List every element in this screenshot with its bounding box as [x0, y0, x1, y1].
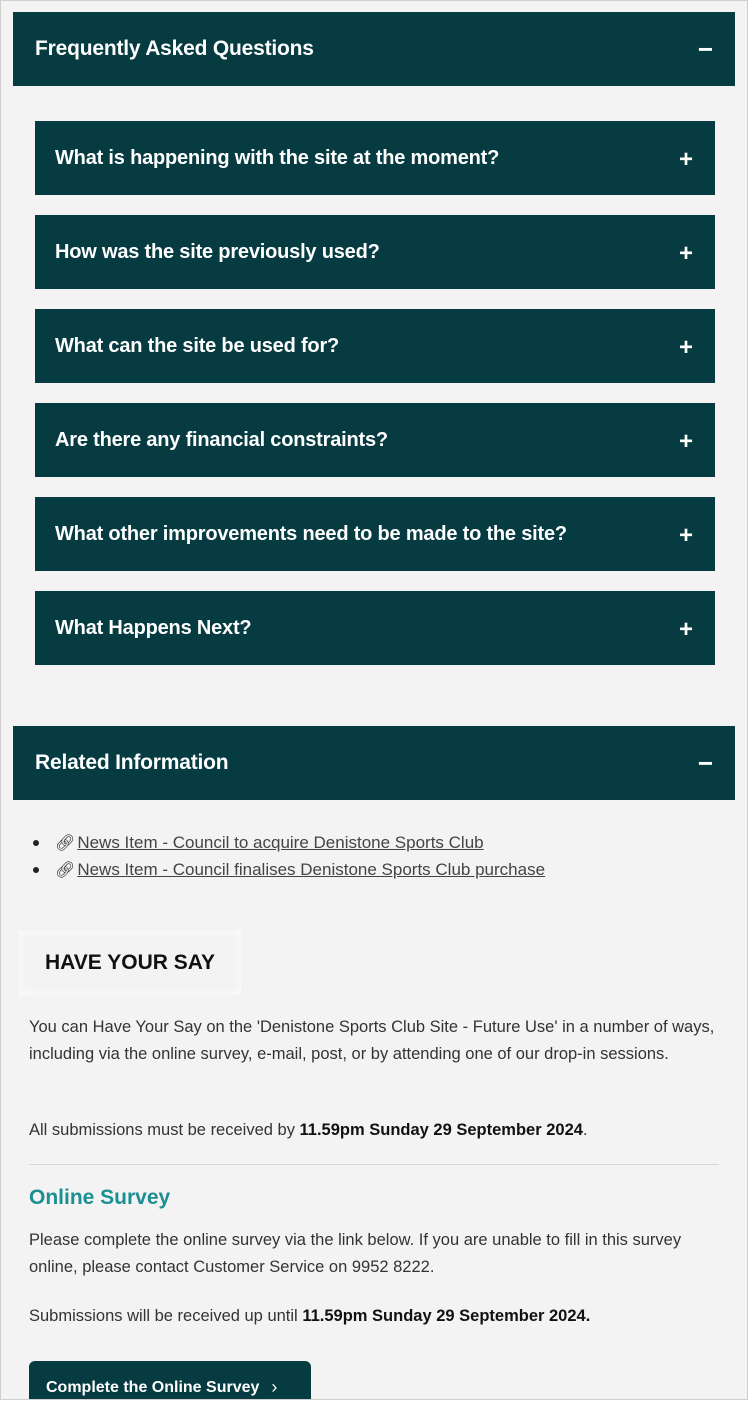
related-section-header[interactable]: Related Information −	[13, 726, 735, 800]
link-icon: 🔗︎	[55, 861, 76, 879]
related-link[interactable]: News Item - Council finalises Denistone …	[77, 860, 545, 880]
list-item: 🔗︎ News Item - Council to acquire Denist…	[33, 829, 545, 856]
collapse-icon[interactable]: −	[698, 36, 713, 62]
online-survey-deadline: Submissions will be received up until 11…	[29, 1303, 729, 1330]
expand-icon[interactable]: +	[679, 242, 693, 266]
link-icon: 🔗︎	[55, 834, 76, 852]
faq-item[interactable]: Are there any financial constraints? +	[35, 403, 715, 477]
faq-item[interactable]: What is happening with the site at the m…	[35, 121, 715, 195]
deadline-date: 11.59pm Sunday 29 September 2024	[299, 1121, 583, 1139]
expand-icon[interactable]: +	[679, 524, 693, 548]
complete-survey-button[interactable]: Complete the Online Survey ›	[29, 1361, 311, 1399]
online-survey-intro: Please complete the online survey via th…	[29, 1231, 682, 1276]
online-survey-title: Online Survey	[29, 1186, 171, 1209]
deadline-prefix: Submissions will be received up until	[29, 1307, 303, 1325]
bullet	[33, 839, 39, 846]
collapse-icon[interactable]: −	[698, 750, 713, 776]
survey-button-label: Complete the Online Survey	[46, 1379, 260, 1396]
list-item: 🔗︎ News Item - Council finalises Denisto…	[33, 856, 545, 883]
faq-question: How was the site previously used?	[55, 240, 380, 263]
faq-item[interactable]: What can the site be used for? +	[35, 309, 715, 383]
faq-item[interactable]: How was the site previously used? +	[35, 215, 715, 289]
divider	[29, 1164, 719, 1165]
related-links-list: 🔗︎ News Item - Council to acquire Denist…	[33, 829, 545, 883]
faq-question: What Happens Next?	[55, 616, 252, 639]
faq-question: What is happening with the site at the m…	[55, 146, 500, 169]
have-your-say-title: HAVE YOUR SAY	[45, 951, 215, 974]
expand-icon[interactable]: +	[679, 148, 693, 172]
faq-item[interactable]: What other improvements need to be made …	[35, 497, 715, 571]
faq-body: What is happening with the site at the m…	[13, 87, 735, 705]
faq-section-title: Frequently Asked Questions	[35, 37, 314, 60]
faq-section-header[interactable]: Frequently Asked Questions −	[13, 12, 735, 86]
faq-question: What other improvements need to be made …	[55, 522, 567, 545]
faq-question: What can the site be used for?	[55, 334, 340, 357]
chevron-right-icon: ›	[271, 1377, 278, 1397]
faq-question: Are there any financial constraints?	[55, 428, 388, 451]
deadline-date: 11.59pm Sunday 29 September 2024.	[302, 1307, 591, 1325]
expand-icon[interactable]: +	[679, 336, 693, 360]
related-section-title: Related Information	[35, 751, 229, 774]
page-frame: Frequently Asked Questions − What is hap…	[0, 0, 748, 1400]
have-your-say-intro: You can Have Your Say on the 'Denistone …	[29, 1018, 715, 1063]
expand-icon[interactable]: +	[679, 430, 693, 454]
deadline-suffix: .	[582, 1121, 588, 1139]
expand-icon[interactable]: +	[679, 618, 693, 642]
deadline-prefix: All submissions must be received by	[29, 1121, 300, 1139]
bullet	[33, 866, 39, 873]
submission-deadline: All submissions must be received by 11.5…	[29, 1117, 729, 1144]
faq-item[interactable]: What Happens Next? +	[35, 591, 715, 665]
related-link[interactable]: News Item - Council to acquire Denistone…	[77, 833, 483, 853]
